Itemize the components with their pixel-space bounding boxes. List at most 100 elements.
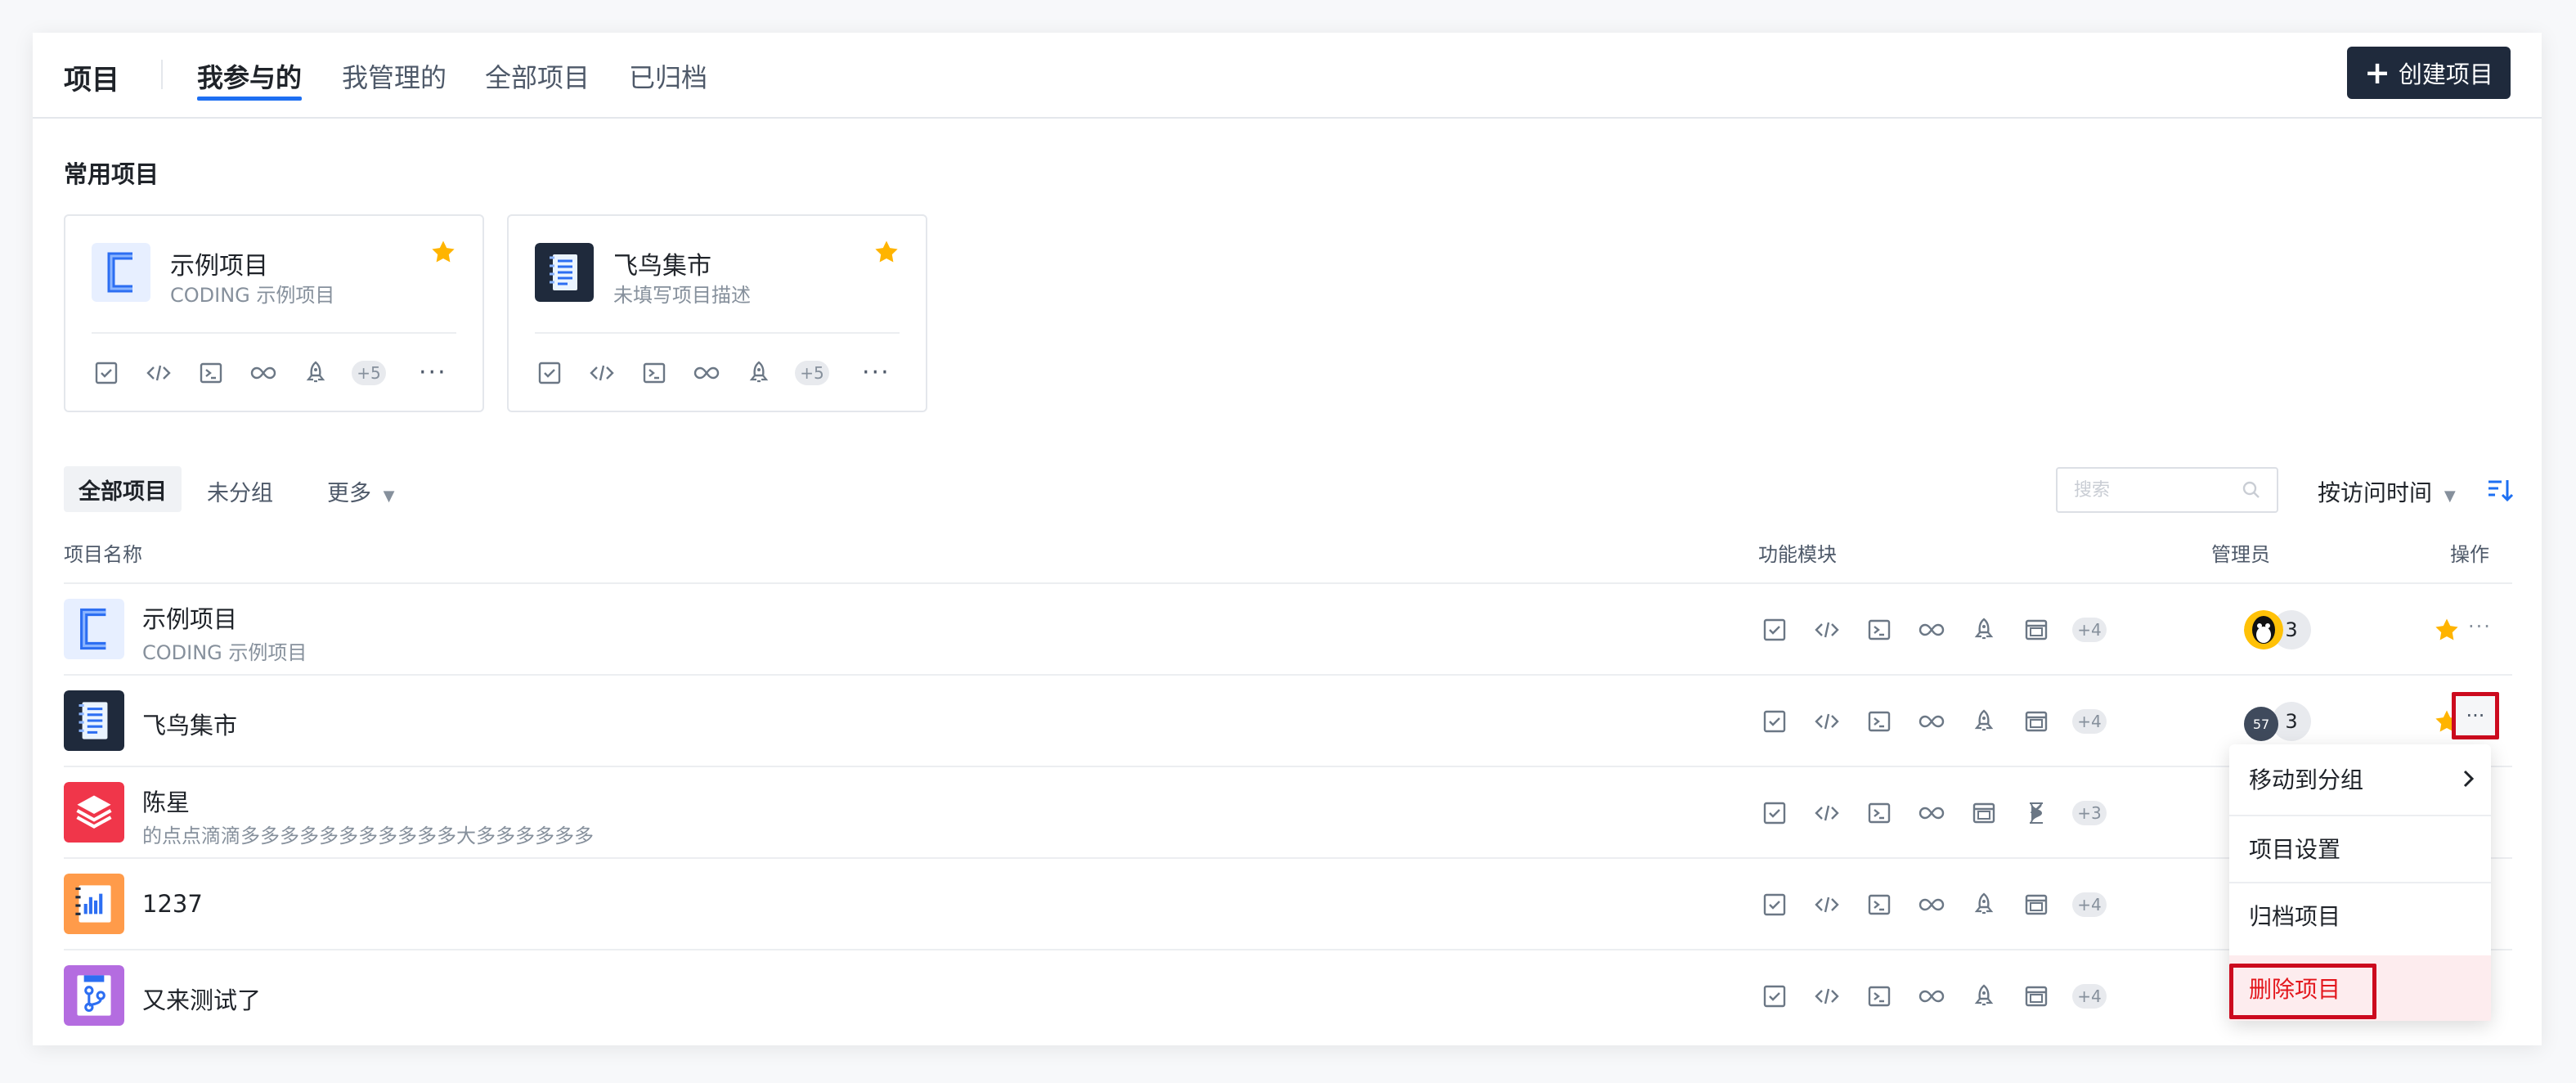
row-more-icon[interactable]: ···: [2468, 615, 2492, 638]
terminal-icon[interactable]: [1863, 705, 1896, 738]
artifact-box-icon[interactable]: [2020, 705, 2053, 738]
card-modules: +5 ···: [533, 355, 891, 391]
terminal-icon[interactable]: [1863, 613, 1896, 646]
rocket-icon[interactable]: [1968, 980, 2000, 1013]
project-logo-icon: [64, 690, 124, 751]
frequent-project-card[interactable]: 示例项目 CODING 示例项目 +5 ···: [64, 214, 484, 412]
sort-label: 按访问时间: [2318, 479, 2433, 506]
code-icon[interactable]: [586, 357, 618, 389]
code-icon[interactable]: [1811, 980, 1843, 1013]
ci-infinity-icon[interactable]: [690, 357, 723, 389]
project-logo-icon: [64, 599, 124, 659]
row-project-name[interactable]: 陈星: [142, 784, 190, 818]
card-more-icon[interactable]: ···: [419, 361, 447, 385]
task-icon[interactable]: [90, 357, 123, 389]
more-modules-badge[interactable]: +5: [352, 361, 386, 385]
rocket-icon[interactable]: [1968, 888, 2000, 921]
ci-infinity-icon[interactable]: [1915, 797, 1948, 829]
menu-item-delete-project[interactable]: 删除项目: [2229, 955, 2491, 1021]
artifact-box-icon[interactable]: [2020, 888, 2053, 921]
rocket-icon[interactable]: [299, 357, 332, 389]
create-project-button[interactable]: + 创建项目: [2347, 47, 2511, 99]
table-row[interactable]: 飞鸟集市 +4 3 57: [64, 674, 2512, 766]
sort-dropdown[interactable]: 按访问时间 ▼: [2318, 475, 2456, 508]
artifact-box-icon[interactable]: [1968, 797, 2000, 829]
project-logo-icon: [64, 965, 124, 1026]
table-row[interactable]: 示例项目 CODING 示例项目 +4 3 ···: [64, 582, 2512, 674]
row-modules: +4: [1758, 980, 2107, 1013]
active-tab-indicator: [197, 97, 302, 101]
page-header: 项目 我参与的 我管理的 全部项目 已归档 + 创建项目: [33, 33, 2542, 119]
row-modules: +4: [1758, 705, 2107, 738]
project-logo-icon: [92, 243, 150, 302]
artifact-box-icon[interactable]: [2020, 980, 2053, 1013]
card-more-icon[interactable]: ···: [862, 361, 891, 385]
ci-infinity-icon[interactable]: [1915, 613, 1948, 646]
code-icon[interactable]: [1811, 797, 1843, 829]
code-icon[interactable]: [1811, 613, 1843, 646]
more-modules-badge[interactable]: +4: [2072, 709, 2107, 734]
task-icon[interactable]: [1758, 613, 1791, 646]
more-modules-badge[interactable]: +4: [2072, 618, 2107, 642]
code-icon[interactable]: [1811, 705, 1843, 738]
code-icon[interactable]: [1811, 888, 1843, 921]
menu-item-project-settings[interactable]: 项目设置: [2229, 815, 2491, 880]
sort-order-icon[interactable]: [2486, 476, 2514, 504]
table-row[interactable]: 又来测试了 +4 4 ···: [64, 949, 2512, 1040]
admin-avatar: 57: [2244, 707, 2278, 741]
more-modules-badge[interactable]: +4: [2072, 984, 2107, 1009]
project-logo-icon: [64, 874, 124, 934]
frequent-project-card[interactable]: 飞鸟集市 未填写项目描述 +5 ···: [507, 214, 927, 412]
code-icon[interactable]: [142, 357, 175, 389]
project-logo-icon: [535, 243, 594, 302]
tab-archived[interactable]: 已归档: [629, 57, 707, 95]
menu-item-archive-project[interactable]: 归档项目: [2229, 882, 2491, 947]
ci-infinity-icon[interactable]: [1915, 705, 1948, 738]
hourglass-icon[interactable]: [2020, 797, 2053, 829]
terminal-icon[interactable]: [638, 357, 671, 389]
menu-item-move-to-group[interactable]: 移动到分组: [2229, 746, 2491, 811]
rocket-icon[interactable]: [743, 357, 775, 389]
artifact-box-icon[interactable]: [2020, 613, 2053, 646]
terminal-icon[interactable]: [1863, 980, 1896, 1013]
star-icon[interactable]: [2434, 617, 2460, 643]
more-modules-badge[interactable]: +4: [2072, 892, 2107, 917]
ci-infinity-icon[interactable]: [1915, 888, 1948, 921]
more-modules-badge[interactable]: +3: [2072, 801, 2107, 825]
more-modules-badge[interactable]: +5: [795, 361, 829, 385]
row-project-name[interactable]: 示例项目: [142, 600, 237, 635]
table-row[interactable]: 1237 +4: [64, 857, 2512, 949]
task-icon[interactable]: [533, 357, 566, 389]
tab-managed[interactable]: 我管理的: [342, 57, 447, 95]
card-project-name[interactable]: 飞鸟集市: [613, 245, 711, 281]
card-divider: [92, 332, 456, 334]
task-icon[interactable]: [1758, 797, 1791, 829]
search-icon[interactable]: [2241, 479, 2262, 501]
filter-ungrouped[interactable]: 未分组: [207, 475, 273, 507]
task-icon[interactable]: [1758, 705, 1791, 738]
tab-all-projects[interactable]: 全部项目: [485, 57, 590, 95]
star-icon[interactable]: [430, 239, 456, 265]
ci-infinity-icon[interactable]: [1915, 980, 1948, 1013]
card-project-name[interactable]: 示例项目: [170, 245, 268, 281]
row-project-name[interactable]: 又来测试了: [142, 982, 261, 1016]
task-icon[interactable]: [1758, 980, 1791, 1013]
filter-more-dropdown[interactable]: 更多 ▼: [327, 475, 394, 507]
ci-infinity-icon[interactable]: [247, 357, 280, 389]
row-project-name[interactable]: 1237: [142, 890, 203, 918]
tab-participating[interactable]: 我参与的: [197, 57, 302, 95]
row-more-button-active[interactable]: ···: [2452, 692, 2499, 739]
rocket-icon[interactable]: [1968, 705, 2000, 738]
column-header-name: 项目名称: [64, 543, 142, 566]
frequent-projects-title: 常用项目: [64, 160, 159, 188]
terminal-icon[interactable]: [1863, 797, 1896, 829]
terminal-icon[interactable]: [1863, 888, 1896, 921]
terminal-icon[interactable]: [195, 357, 227, 389]
filter-all-projects[interactable]: 全部项目: [64, 466, 182, 512]
table-row[interactable]: 陈星 的点点滴滴多多多多多多多多多多多大多多多多多多 +3: [64, 766, 2512, 857]
row-project-name[interactable]: 飞鸟集市: [142, 707, 237, 741]
star-icon[interactable]: [873, 239, 900, 265]
rocket-icon[interactable]: [1968, 613, 2000, 646]
column-header-admin: 管理员: [2211, 543, 2270, 566]
task-icon[interactable]: [1758, 888, 1791, 921]
